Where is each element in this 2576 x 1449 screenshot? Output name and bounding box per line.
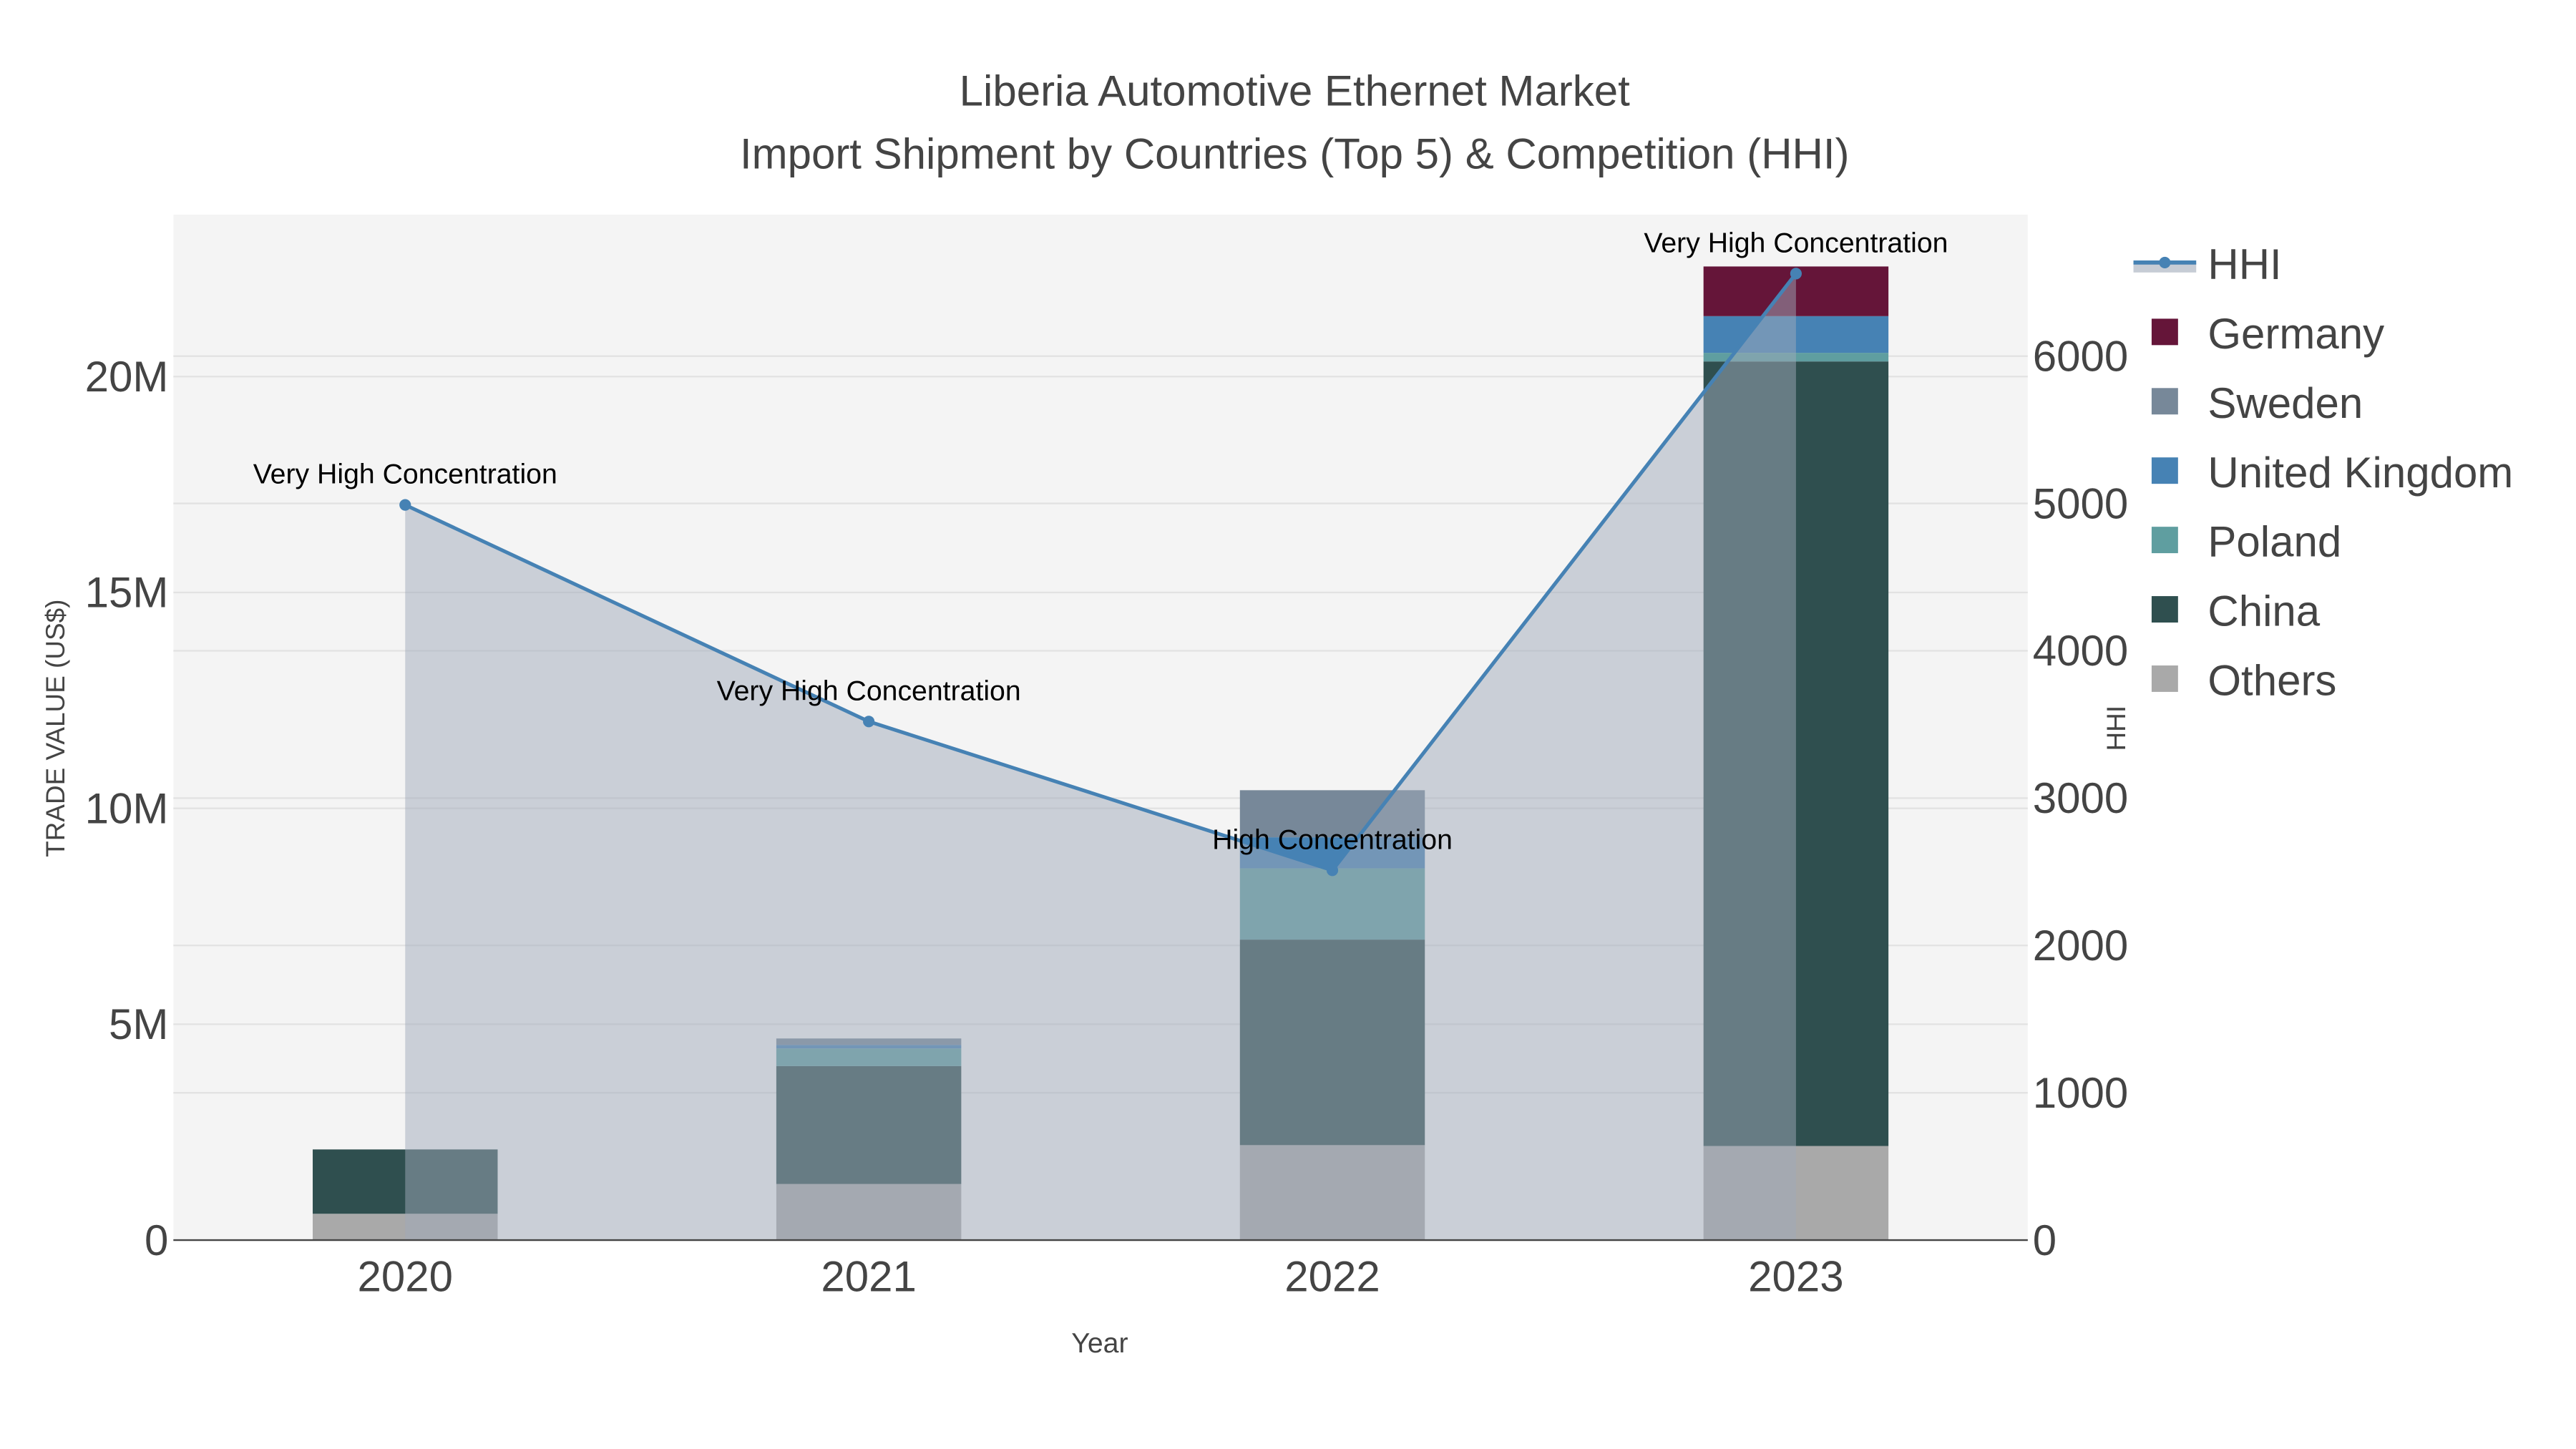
- x-tick-label: 2020: [358, 1253, 453, 1301]
- legend-hhi-marker-icon: [2159, 256, 2171, 268]
- hhi-annotation: Very High Concentration: [253, 459, 557, 490]
- legend-swatch-icon: [2151, 388, 2178, 415]
- y-tick-label: 20M: [85, 353, 169, 401]
- y2-tick-label: 2000: [2033, 922, 2128, 970]
- legend-item-china[interactable]: China: [2207, 587, 2320, 635]
- chart-title-line1: Liberia Automotive Ethernet Market: [960, 67, 1630, 115]
- hhi-point-2020[interactable]: [399, 499, 411, 511]
- x-tick-label: 2023: [1748, 1253, 1843, 1301]
- chart: Very High Concentration Very High Concent…: [41, 67, 2513, 1359]
- hhi-point-2021[interactable]: [863, 716, 875, 728]
- legend: HHI Germany Sweden United Kingdom Poland Chin…: [2133, 240, 2513, 705]
- legend-swatch-icon: [2151, 318, 2178, 346]
- hhi-annotation: Very High Concentration: [717, 675, 1021, 706]
- hhi-point-2022[interactable]: [1326, 864, 1339, 877]
- legend-swatch-icon: [2151, 665, 2178, 692]
- legend-item-sweden[interactable]: Sweden: [2207, 379, 2363, 427]
- hhi-annotation: High Concentration: [1212, 824, 1453, 855]
- y-tick-label: 10M: [85, 784, 169, 832]
- y2-tick-label: 0: [2033, 1216, 2057, 1264]
- legend-item-germany[interactable]: Germany: [2207, 310, 2384, 358]
- y2-tick-label: 3000: [2033, 774, 2128, 822]
- legend-swatch-icon: [2151, 457, 2178, 484]
- y-tick-label: 15M: [85, 569, 169, 617]
- x-axis-title: Year: [1071, 1327, 1128, 1359]
- chart-title-line2: Import Shipment by Countries (Top 5) & C…: [740, 130, 1850, 177]
- y2-axis-title: HHI: [2102, 706, 2131, 751]
- x-tick-label: 2022: [1284, 1253, 1380, 1301]
- y-tick-label: 5M: [109, 1000, 168, 1048]
- legend-item-united-kingdom[interactable]: United Kingdom: [2207, 449, 2513, 497]
- y2-tick-label: 4000: [2033, 627, 2128, 675]
- legend-swatch-icon: [2151, 527, 2178, 554]
- y2-tick-label: 1000: [2033, 1069, 2128, 1117]
- legend-item-poland[interactable]: Poland: [2207, 518, 2341, 566]
- legend-item-hhi[interactable]: HHI: [2207, 240, 2281, 288]
- legend-item-others[interactable]: Others: [2207, 657, 2336, 705]
- y-axis-title: TRADE VALUE (US$): [41, 600, 70, 857]
- hhi-point-2023[interactable]: [1790, 268, 1802, 280]
- legend-swatch-icon: [2151, 596, 2178, 623]
- y2-tick-label: 6000: [2033, 332, 2128, 380]
- x-tick-label: 2021: [821, 1253, 916, 1301]
- y2-tick-label: 5000: [2033, 479, 2128, 527]
- y-tick-label: 0: [145, 1216, 168, 1264]
- hhi-annotation: Very High Concentration: [1644, 227, 1948, 258]
